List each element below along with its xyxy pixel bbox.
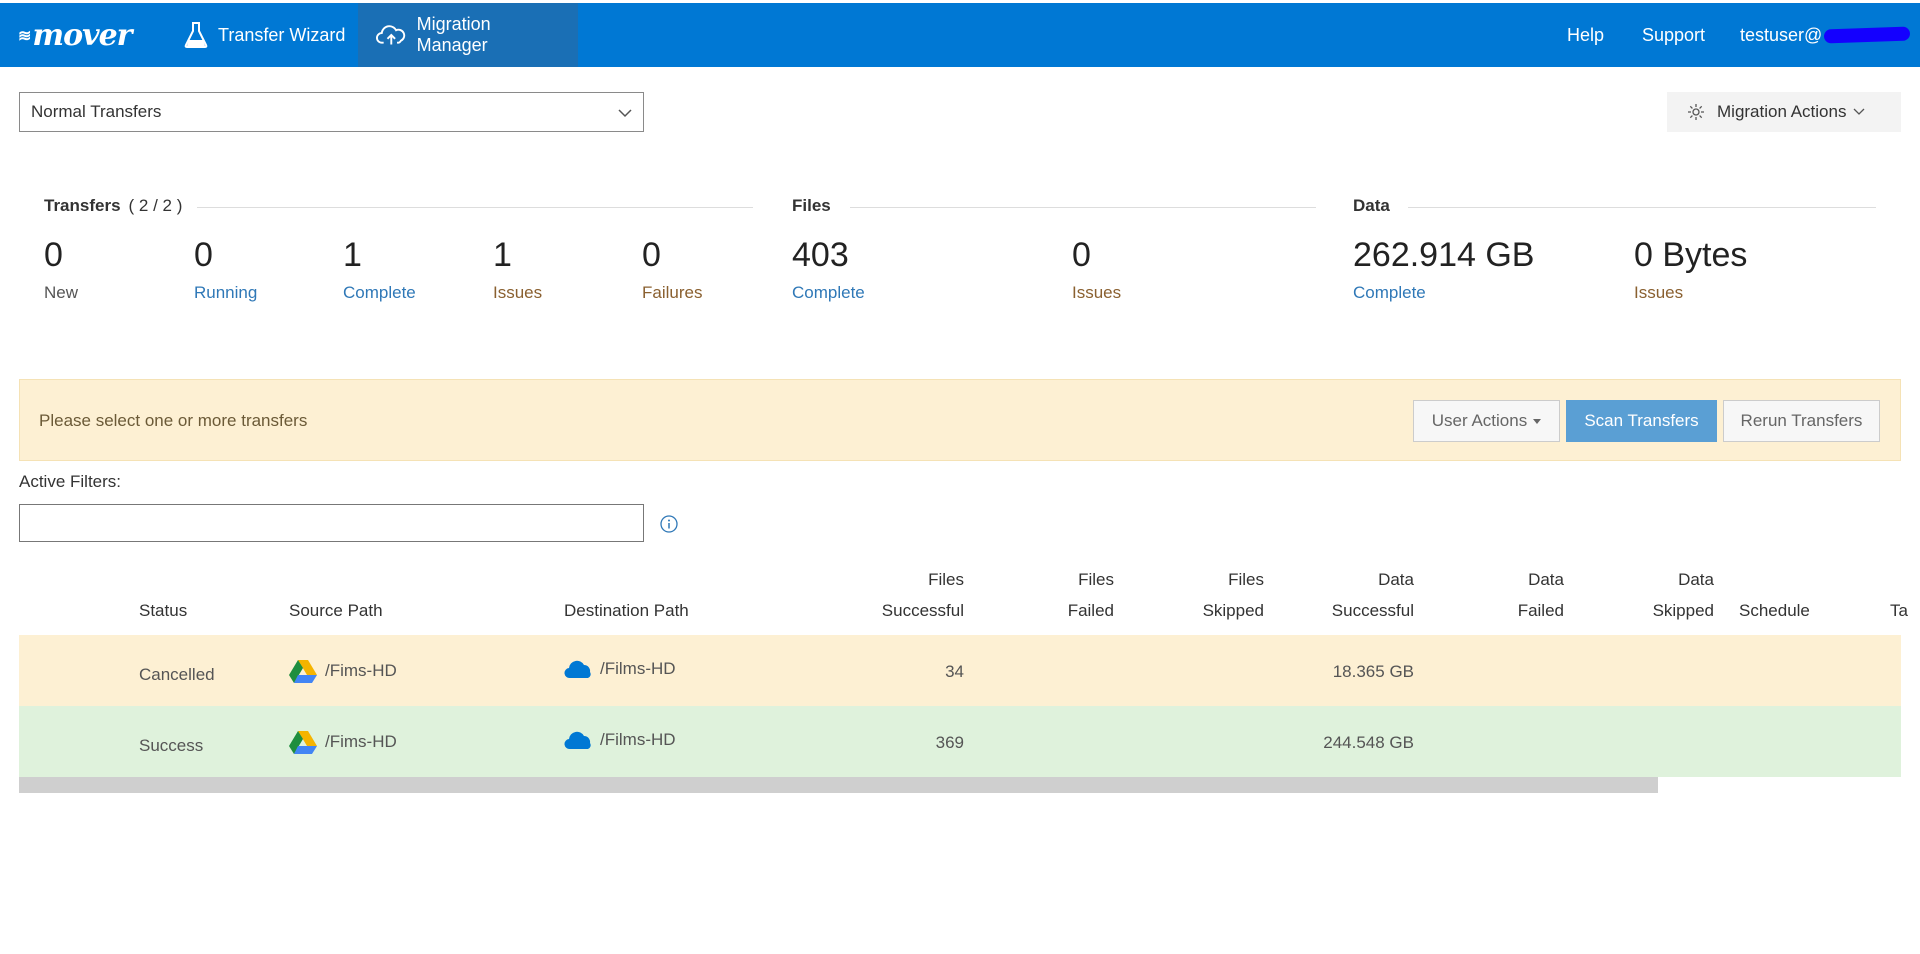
row-source-path: /Fims-HD — [289, 659, 397, 683]
data-issues-label[interactable]: Issues — [1634, 283, 1683, 303]
table-row[interactable]: Success /Fims-HD /Films-HD 369 244.548 G… — [19, 706, 1901, 777]
data-complete-label[interactable]: Complete — [1353, 283, 1426, 303]
header-destination-path[interactable]: Destination Path — [564, 601, 689, 621]
transfers-divider — [197, 207, 753, 208]
nav-transfer-wizard[interactable]: Transfer Wizard — [166, 3, 363, 67]
files-issues-label[interactable]: Issues — [1072, 283, 1121, 303]
stat-new-value: 0 — [44, 236, 63, 274]
files-divider — [850, 207, 1316, 208]
nav-transfer-wizard-label: Transfer Wizard — [218, 24, 346, 45]
gear-icon — [1688, 104, 1704, 120]
logo-text: mover — [32, 17, 132, 53]
header-source-path[interactable]: Source Path — [289, 601, 383, 621]
row-source-path: /Fims-HD — [289, 730, 397, 754]
chevron-down-icon — [1853, 108, 1865, 115]
redaction-mark — [1824, 26, 1911, 44]
row-destination-path: /Films-HD — [564, 730, 676, 750]
header-status[interactable]: Status — [139, 601, 187, 621]
header-data-successful-2[interactable]: Successful — [1314, 601, 1414, 621]
alert-message: Please select one or more transfers — [39, 411, 308, 430]
row-status: Success — [139, 736, 204, 755]
transfers-stats-title: Transfers ( 2 / 2 ) — [44, 196, 182, 216]
header-files-skipped-2[interactable]: Skipped — [1164, 601, 1264, 621]
scan-transfers-button[interactable]: Scan Transfers — [1566, 400, 1717, 442]
nav-help-link[interactable]: Help — [1567, 3, 1604, 67]
stat-complete-value: 1 — [343, 236, 362, 274]
files-issues-value: 0 — [1072, 236, 1091, 274]
data-complete-value: 262.914 GB — [1353, 236, 1535, 274]
transfer-type-select[interactable]: Normal Transfers — [19, 92, 644, 132]
row-destination-path: /Films-HD — [564, 659, 676, 679]
row-files-successful: 369 — [935, 733, 964, 752]
stat-running-value: 0 — [194, 236, 213, 274]
source-path-text: /Fims-HD — [325, 732, 397, 751]
header-files-successful-1: Files — [928, 570, 964, 589]
stat-failures-label[interactable]: Failures — [642, 283, 702, 303]
cloud-upload-icon — [376, 25, 406, 45]
migration-actions-button[interactable]: Migration Actions — [1667, 92, 1901, 132]
transfers-title: Transfers — [44, 196, 121, 215]
header-truncated[interactable]: Ta — [1890, 601, 1920, 621]
header-data-failed-2[interactable]: Failed — [1464, 601, 1564, 621]
row-files-successful: 34 — [945, 662, 964, 681]
nav-support-link[interactable]: Support — [1642, 3, 1705, 67]
nav-migration-manager-label: Migration Manager — [416, 14, 491, 55]
transfer-type-value: Normal Transfers — [31, 102, 162, 121]
files-complete-label[interactable]: Complete — [792, 283, 865, 303]
transfers-count: ( 2 / 2 ) — [128, 196, 183, 215]
stat-issues-value: 1 — [493, 236, 512, 274]
active-filters-label: Active Filters: — [19, 472, 122, 491]
logo-mark-icon: ≋ — [18, 25, 31, 45]
stat-running-label[interactable]: Running — [194, 283, 257, 303]
onedrive-cloud-icon — [564, 660, 591, 679]
active-filters-input[interactable] — [19, 504, 644, 542]
user-actions-label: User Actions — [1431, 411, 1528, 430]
header-data-skipped-2[interactable]: Skipped — [1614, 601, 1714, 621]
user-actions-button[interactable]: User Actions — [1413, 400, 1560, 442]
nav-user-menu[interactable]: testuser@ — [1740, 3, 1911, 67]
stat-complete-label[interactable]: Complete — [343, 283, 416, 303]
files-complete-value: 403 — [792, 236, 849, 274]
info-icon[interactable] — [660, 515, 678, 533]
rerun-transfers-button[interactable]: Rerun Transfers — [1723, 400, 1880, 442]
row-status: Cancelled — [139, 665, 215, 684]
destination-path-text: /Films-HD — [600, 659, 676, 678]
stat-issues-label[interactable]: Issues — [493, 283, 542, 303]
stat-failures-value: 0 — [642, 236, 661, 274]
data-stats-title: Data — [1353, 196, 1390, 215]
header-files-skipped-1: Files — [1228, 570, 1264, 589]
caret-down-icon — [1533, 418, 1542, 424]
row-data-successful: 18.365 GB — [1332, 662, 1414, 681]
flask-icon — [184, 22, 208, 48]
header-data-successful-1: Data — [1378, 570, 1414, 589]
header-data-failed-1: Data — [1528, 570, 1564, 589]
destination-path-text: /Films-HD — [600, 730, 676, 749]
header-files-successful-2[interactable]: Successful — [864, 601, 964, 621]
row-data-successful: 244.548 GB — [1323, 733, 1414, 752]
data-issues-value: 0 Bytes — [1634, 236, 1748, 274]
header-files-failed-1: Files — [1078, 570, 1114, 589]
table-row[interactable]: Cancelled /Fims-HD /Films-HD 34 18.365 G… — [19, 635, 1901, 706]
header-data-skipped-1: Data — [1678, 570, 1714, 589]
stat-new-label[interactable]: New — [44, 283, 78, 303]
selection-alert-bar: Please select one or more transfers User… — [19, 379, 1901, 461]
migration-actions-label: Migration Actions — [1717, 102, 1847, 121]
nav-migration-manager[interactable]: Migration Manager — [358, 3, 578, 67]
top-navigation-bar: ≋ mover Transfer Wizard Migration Manage… — [0, 3, 1920, 67]
mover-logo[interactable]: ≋ mover — [18, 17, 132, 53]
user-email: testuser@ — [1740, 24, 1823, 45]
horizontal-scrollbar[interactable] — [19, 777, 1658, 793]
data-divider — [1408, 207, 1876, 208]
header-schedule[interactable]: Schedule — [1739, 601, 1810, 621]
source-path-text: /Fims-HD — [325, 661, 397, 680]
google-drive-icon — [289, 660, 317, 683]
google-drive-icon — [289, 731, 317, 754]
header-files-failed-2[interactable]: Failed — [1014, 601, 1114, 621]
onedrive-cloud-icon — [564, 731, 591, 750]
files-stats-title: Files — [792, 196, 831, 215]
chevron-down-icon — [618, 109, 632, 118]
